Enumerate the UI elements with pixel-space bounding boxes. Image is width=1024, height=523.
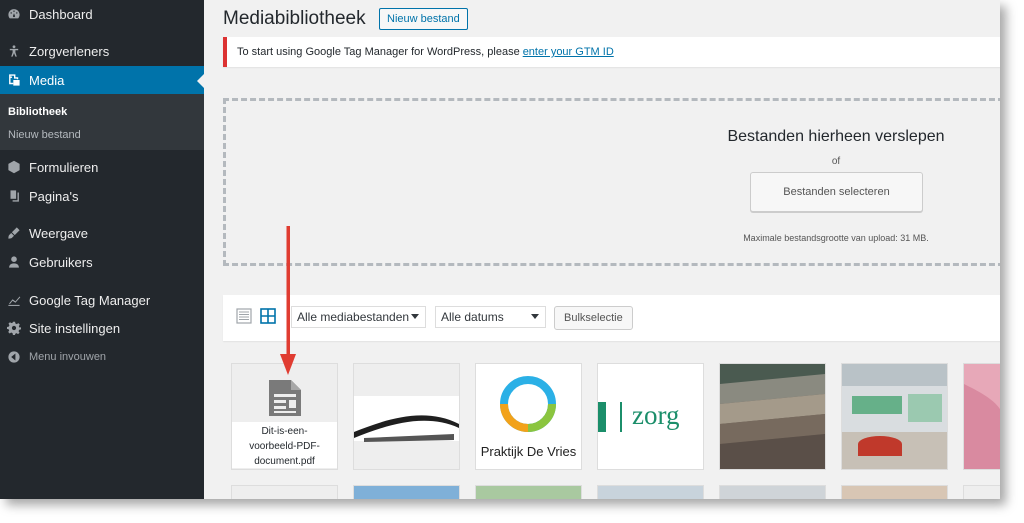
sidebar-item-gebruikers[interactable]: Gebruikers (0, 248, 204, 276)
pdf-filename-line: Dit-is-een- (261, 426, 308, 437)
sidebar-item-paginas[interactable]: Pagina's (0, 182, 204, 210)
logo-caption: Praktijk De Vries (480, 444, 577, 459)
media-submenu: Bibliotheek Nieuw bestand (0, 94, 204, 150)
person-icon (7, 44, 21, 58)
media-icon (7, 73, 21, 87)
collapse-icon (7, 350, 21, 364)
media-type-filter[interactable]: Alle mediabestanden (291, 306, 426, 328)
media-item-partial[interactable] (719, 485, 826, 499)
media-item-partial[interactable] (597, 485, 704, 499)
media-item-partial[interactable] (353, 485, 460, 499)
media-item-image[interactable] (353, 363, 460, 470)
media-item-partial[interactable] (231, 485, 338, 499)
media-item-partial[interactable] (475, 485, 582, 499)
pages-icon (7, 189, 21, 203)
sidebar-item-label: Dashboard (29, 6, 93, 22)
admin-sidebar: Dashboard Zorgverleners Media Bibliothee… (0, 0, 204, 499)
thumbnail-image (842, 364, 947, 469)
sidebar-item-formulieren[interactable]: Formulieren (0, 153, 204, 181)
dashboard-icon (7, 7, 21, 21)
grid-view-icon[interactable] (260, 308, 276, 324)
logo-text: zorg (632, 400, 680, 430)
annotation-arrow-icon (280, 226, 296, 375)
sidebar-item-label: Zorgverleners (29, 43, 110, 59)
media-item-logo[interactable]: Praktijk De Vries (475, 363, 582, 470)
bulk-select-button[interactable]: Bulkselectie (554, 306, 633, 330)
main-content: Mediabibliotheek Nieuw bestand To start … (204, 0, 1000, 499)
date-filter-value: Alle datums (441, 310, 504, 324)
max-upload-size: Maximale bestandsgrootte van upload: 31 … (743, 233, 929, 243)
notice-text: To start using Google Tag Manager for Wo… (237, 46, 520, 58)
appearance-icon (7, 226, 21, 240)
users-icon (7, 255, 21, 269)
sidebar-item-label: Media (29, 72, 65, 88)
page-title: Mediabibliotheek (223, 8, 366, 29)
sidebar-item-weergave[interactable]: Weergave (0, 219, 204, 247)
logo-divider (620, 402, 622, 432)
thumbnail-image (354, 364, 459, 469)
submenu-item-nieuw-bestand[interactable]: Nieuw bestand (8, 129, 81, 141)
chart-icon (7, 293, 21, 307)
gear-icon (7, 321, 21, 335)
media-toolbar: Alle mediabestanden Alle datums Bulksele… (223, 295, 1000, 341)
sidebar-item-label: Formulieren (29, 159, 99, 175)
list-view-icon[interactable] (236, 308, 252, 324)
sidebar-item-site-instellingen[interactable]: Site instellingen (0, 314, 204, 342)
media-item-partial[interactable] (841, 485, 948, 499)
media-item-partial[interactable] (963, 485, 1000, 499)
media-item-logo-zorg[interactable]: zorg (597, 363, 704, 470)
media-item-photo[interactable] (963, 363, 1000, 470)
upload-dropzone[interactable]: Bestanden hierheen verslepen of Bestande… (223, 98, 1000, 266)
chevron-down-icon (411, 314, 419, 319)
active-indicator (197, 74, 204, 88)
pdf-filename: Dit-is-een- voorbeeld-PDF- document.pdf (232, 422, 337, 468)
thumbnail-image (720, 364, 825, 469)
sidebar-item-label: Google Tag Manager (29, 292, 151, 308)
media-item-pdf[interactable]: Dit-is-een- voorbeeld-PDF- document.pdf (231, 363, 338, 470)
sidebar-item-label: Menu invouwen (29, 351, 107, 363)
dropzone-title: Bestanden hierheen verslepen (727, 128, 945, 145)
chevron-down-icon (531, 314, 539, 319)
collapse-menu-button[interactable]: Menu invouwen (0, 343, 204, 371)
media-item-photo[interactable] (719, 363, 826, 470)
date-filter[interactable]: Alle datums (435, 306, 546, 328)
add-new-button[interactable]: Nieuw bestand (379, 8, 468, 30)
media-item-photo[interactable] (841, 363, 948, 470)
gtm-notice: To start using Google Tag Manager for Wo… (223, 37, 1000, 67)
sidebar-item-media[interactable]: Media (0, 66, 204, 94)
sidebar-item-zorgverleners[interactable]: Zorgverleners (0, 37, 204, 65)
submenu-item-bibliotheek[interactable]: Bibliotheek (8, 106, 67, 118)
pdf-filename-line: document.pdf (254, 456, 315, 467)
sidebar-item-label: Gebruikers (29, 254, 93, 270)
pdf-filename-line: voorbeeld-PDF- (249, 441, 320, 452)
sidebar-item-label: Pagina's (29, 188, 79, 204)
dropzone-or: of (831, 156, 841, 167)
media-type-filter-value: Alle mediabestanden (297, 310, 410, 324)
thumbnail-image (964, 364, 1000, 469)
select-files-button[interactable]: Bestanden selecteren (750, 172, 923, 212)
sidebar-item-label: Site instellingen (29, 320, 121, 336)
logo-bar (598, 402, 606, 432)
document-icon (269, 380, 301, 416)
app-window: Dashboard Zorgverleners Media Bibliothee… (0, 0, 1000, 499)
sidebar-item-dashboard[interactable]: Dashboard (0, 0, 204, 28)
gtm-id-link[interactable]: enter your GTM ID (523, 46, 614, 58)
forms-icon (7, 160, 21, 174)
sidebar-item-label: Weergave (29, 225, 89, 241)
sidebar-item-google-tag-manager[interactable]: Google Tag Manager (0, 286, 204, 314)
